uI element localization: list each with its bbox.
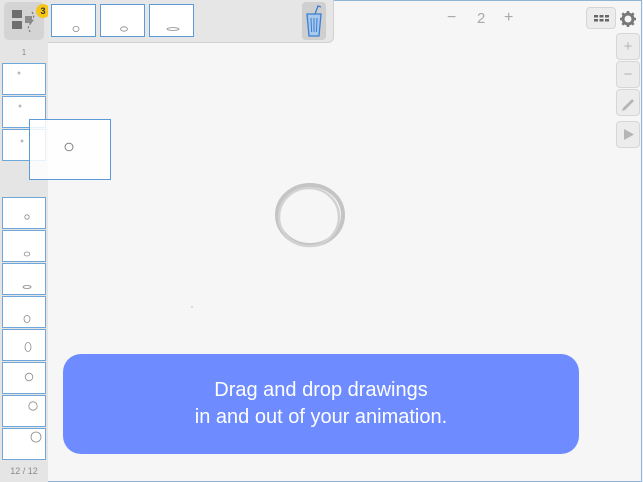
- current-frame-number: 2: [477, 10, 486, 27]
- frame-count-label: 12 / 12: [10, 466, 38, 476]
- play-button[interactable]: [616, 121, 640, 148]
- previous-frame-button[interactable]: −: [447, 9, 456, 27]
- dragged-drawing-sketch: [64, 142, 74, 152]
- frame-thumbnail[interactable]: [2, 329, 46, 361]
- play-icon: [624, 129, 634, 140]
- tip-callout: Drag and drop drawings in and out of you…: [63, 354, 579, 454]
- frame-thumbnail[interactable]: [2, 428, 46, 460]
- pencil-icon: [622, 99, 634, 111]
- frame-thumbnail[interactable]: [2, 362, 46, 394]
- grid-view-button[interactable]: [586, 7, 616, 29]
- gear-icon: [620, 11, 636, 27]
- frames-sidebar: 3 1 12 / 12: [0, 0, 50, 482]
- zoom-in-button[interactable]: +: [616, 33, 640, 60]
- frame-thumbnail[interactable]: [2, 63, 46, 95]
- trash-icon: [306, 5, 322, 37]
- zoom-out-button[interactable]: −: [616, 61, 640, 88]
- frame-thumbnail[interactable]: [2, 263, 46, 295]
- frame-thumbnail[interactable]: [2, 230, 46, 262]
- frame-thumbnail[interactable]: [2, 296, 46, 328]
- grid-icon: [594, 15, 609, 22]
- frame-thumbnail[interactable]: [2, 197, 46, 229]
- top-frame-number: 1: [21, 48, 27, 57]
- tray-drawing[interactable]: [149, 4, 194, 37]
- dragged-drawing[interactable]: [29, 119, 111, 180]
- next-frame-button[interactable]: +: [504, 9, 513, 27]
- tip-line-2: in and out of your animation.: [194, 406, 448, 428]
- layers-button[interactable]: 3: [4, 2, 50, 40]
- tray-drawing[interactable]: [51, 4, 96, 37]
- tip-line-1: Drag and drop drawings: [214, 379, 428, 401]
- trash-button[interactable]: [302, 2, 326, 40]
- frame-thumbnail[interactable]: [2, 395, 46, 427]
- pencil-button[interactable]: [616, 89, 640, 116]
- drawing-tray: [48, 0, 334, 43]
- settings-button[interactable]: [618, 9, 638, 29]
- tray-drawing[interactable]: [100, 4, 145, 37]
